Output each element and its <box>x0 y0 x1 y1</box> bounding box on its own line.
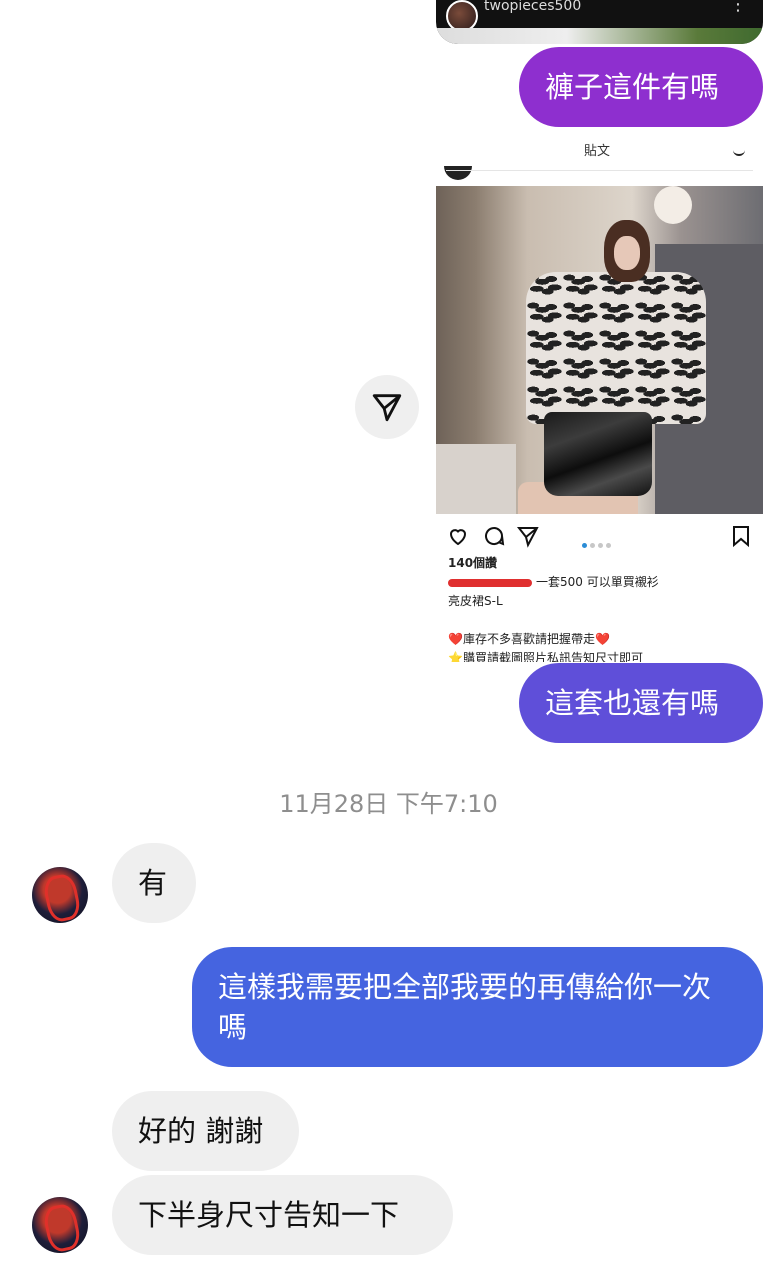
like-count: 140個讚 <box>448 556 498 570</box>
message-bubble-incoming[interactable]: 有 <box>112 843 196 923</box>
message-text: 這套也還有嗎 <box>545 686 720 720</box>
message-bubble-incoming[interactable]: 好的 謝謝 <box>112 1091 299 1171</box>
avatar[interactable] <box>32 867 88 923</box>
message-text: 褲子這件有嗎 <box>545 70 720 104</box>
photo-leopard-shirt <box>526 272 706 424</box>
post-header-title: 貼文 <box>584 144 611 159</box>
shared-post-preview-top[interactable]: twopieces500 ⋮ <box>436 0 763 44</box>
post-author-username: twopieces500 <box>484 0 582 14</box>
caption-line: 一套500 可以單買襯衫 <box>448 573 754 592</box>
post-header: 貼文 <box>436 140 763 186</box>
caption-text: 一套500 可以單買襯衫 <box>536 575 659 589</box>
share-icon[interactable] <box>516 524 540 548</box>
more-options-icon[interactable]: ⋮ <box>729 0 747 15</box>
message-text: 這樣我需要把全部我要的再傳給你一次嗎 <box>218 970 712 1044</box>
shared-post[interactable]: 貼文 140個讚 一套500 可以單買襯衫 亮皮裙S-L ❤️庫存不多喜歡請把握… <box>436 140 763 662</box>
message-bubble-outgoing[interactable]: 褲子這件有嗎 <box>519 47 763 127</box>
post-author-avatar <box>444 166 472 180</box>
heart-icon[interactable] <box>446 524 470 548</box>
timestamp: 11月28日 下午7:10 <box>279 790 498 818</box>
comment-icon[interactable] <box>482 524 506 548</box>
bookmark-icon[interactable] <box>730 524 752 548</box>
message-bubble-outgoing[interactable]: 這樣我需要把全部我要的再傳給你一次嗎 <box>192 947 763 1067</box>
send-icon <box>372 394 402 422</box>
share-post-button[interactable] <box>355 375 419 439</box>
photo-leather-skirt <box>544 412 652 496</box>
message-text: 好的 謝謝 <box>138 1114 264 1148</box>
caption-line: ❤️庫存不多喜歡請把握帶走❤️ <box>448 632 610 646</box>
caption-line: 亮皮裙S-L <box>448 594 503 608</box>
divider <box>446 170 753 171</box>
caption-line: ⭐購買請截圖照片私訊告知尺寸即可 <box>448 651 643 662</box>
post-caption: 140個讚 一套500 可以單買襯衫 亮皮裙S-L ❤️庫存不多喜歡請把握帶走❤… <box>448 554 754 662</box>
message-bubble-incoming[interactable]: 下半身尺寸告知一下 <box>112 1175 453 1255</box>
photo-lamp <box>654 186 692 224</box>
photo-floor <box>436 444 516 514</box>
message-bubble-outgoing[interactable]: 這套也還有嗎 <box>519 663 763 743</box>
message-text: 下半身尺寸告知一下 <box>138 1198 400 1232</box>
post-image-strip <box>436 28 763 44</box>
post-photo[interactable] <box>436 186 763 514</box>
message-text: 有 <box>138 866 168 900</box>
redaction-mark <box>448 578 532 587</box>
post-header-icon <box>733 148 745 156</box>
avatar[interactable] <box>32 1197 88 1253</box>
photo-face <box>614 236 640 270</box>
carousel-indicator <box>582 533 614 552</box>
